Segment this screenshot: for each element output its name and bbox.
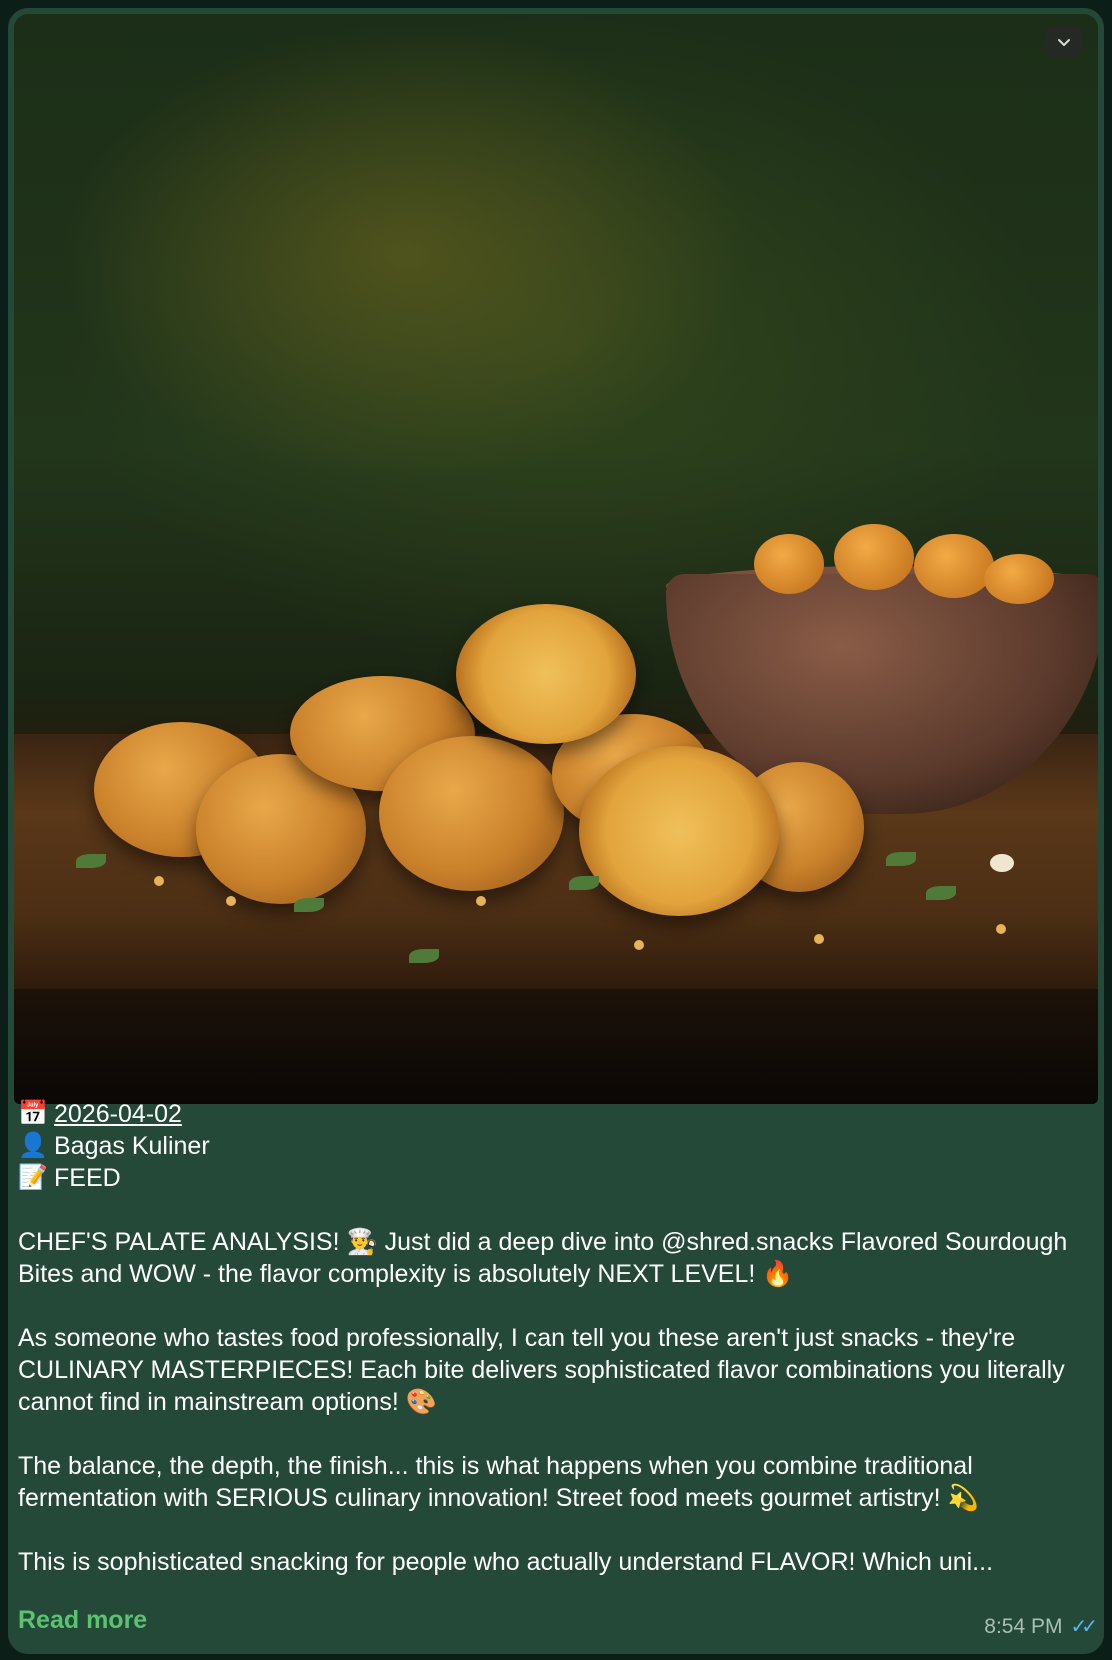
photo-crumb: [476, 896, 486, 906]
time-label: 8:54 PM: [984, 1614, 1063, 1638]
photo-crumb: [996, 924, 1006, 934]
photo-table-edge: [14, 989, 1098, 1104]
photo-bite: [379, 736, 564, 891]
photo-crumb: [634, 940, 644, 950]
photo-herb: [886, 852, 916, 866]
photo-herb: [294, 898, 324, 912]
message-timestamp: 8:54 PM ✓✓: [984, 1614, 1098, 1639]
meta-author: 👤 Bagas Kuliner: [18, 1130, 1078, 1162]
category-label: FEED: [54, 1164, 121, 1192]
photo-herb: [76, 854, 106, 868]
photo-bowl-bite: [984, 554, 1054, 604]
photo-bite-cut: [456, 604, 636, 744]
paragraph-truncated: This is sophisticated snacking for peopl…: [18, 1548, 994, 1576]
person-icon: 👤: [18, 1132, 48, 1159]
photo-bowl-bite: [834, 524, 914, 590]
paragraph: The balance, the depth, the finish... th…: [18, 1452, 979, 1512]
paragraph: As someone who tastes food professionall…: [18, 1324, 1065, 1416]
read-more-link[interactable]: Read more: [18, 1606, 147, 1635]
photo-bowl-bite: [754, 534, 824, 594]
paragraph: CHEF'S PALATE ANALYSIS! 👨‍🍳 Just did a d…: [18, 1228, 1068, 1288]
meta-date: 📅 2026-04-02: [18, 1098, 1078, 1130]
message-menu-button[interactable]: [1046, 26, 1082, 58]
calendar-icon: 📅: [18, 1100, 48, 1127]
message-text: 📅 2026-04-02 👤 Bagas Kuliner 📝 FEED CHEF…: [18, 1098, 1078, 1578]
memo-icon: 📝: [18, 1164, 48, 1191]
chevron-down-icon: [1058, 39, 1070, 46]
photo-herb: [569, 876, 599, 890]
photo-crumb: [154, 876, 164, 886]
photo-bite-cut: [579, 746, 779, 916]
photo-crumb: [226, 896, 236, 906]
photo-bowl-bite: [914, 534, 994, 598]
photo-crumb: [990, 854, 1014, 872]
meta-category: 📝 FEED: [18, 1162, 1078, 1194]
photo-crumb: [814, 934, 824, 944]
photo-herb: [409, 949, 439, 963]
read-ticks-icon: ✓✓: [1070, 1616, 1097, 1638]
author-name: Bagas Kuliner: [54, 1132, 210, 1160]
date-link[interactable]: 2026-04-02: [54, 1098, 182, 1130]
photo-herb: [926, 886, 956, 900]
food-photo[interactable]: [14, 14, 1098, 1104]
